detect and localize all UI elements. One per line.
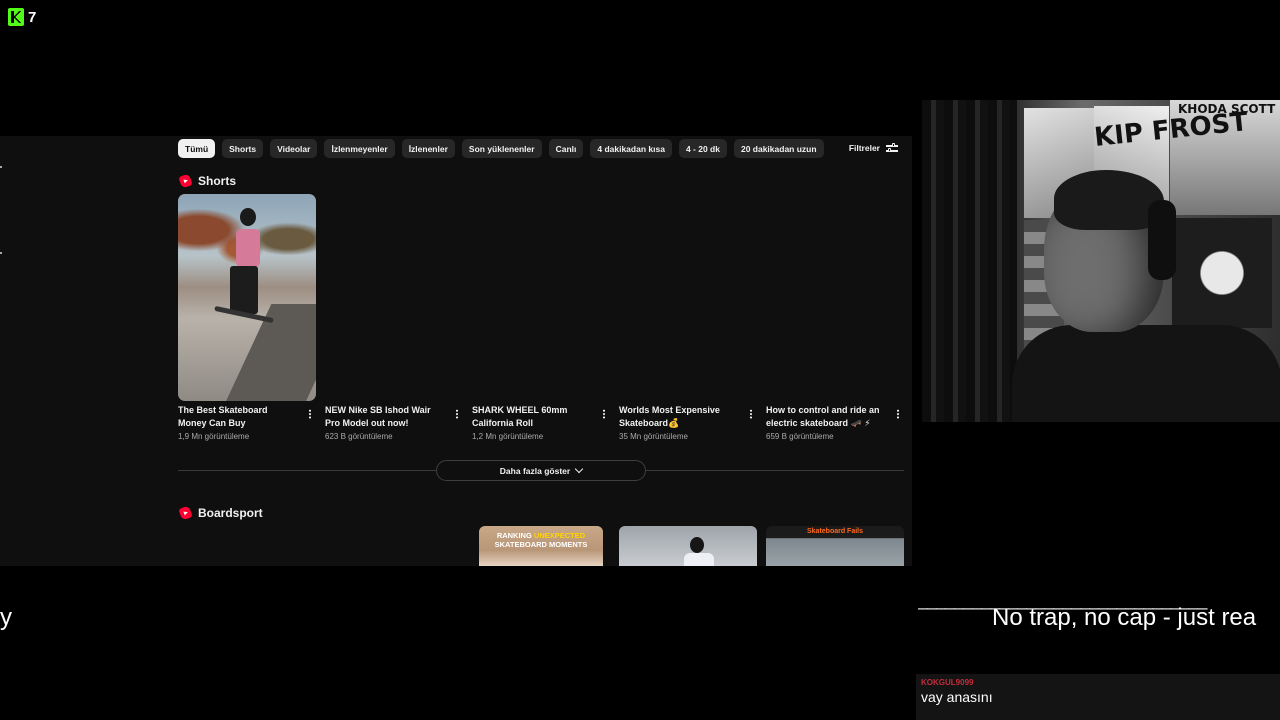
youtube-channel-panel: Tümü Shorts Videolar İzlenmeyenler İzlen…	[0, 136, 912, 566]
boardsport-section-title: Boardsport	[198, 506, 263, 520]
kick-k-icon	[8, 8, 24, 26]
boardsport-thumbnail[interactable]: Skateboard Fails	[766, 526, 904, 566]
filter-chips: Tümü Shorts Videolar İzlenmeyenler İzlen…	[178, 139, 824, 158]
thumbnail-text: Skateboard Fails	[806, 528, 864, 535]
short-title[interactable]: The Best Skateboard Money Can Buy	[178, 404, 296, 430]
chip-videos[interactable]: Videolar	[270, 139, 318, 158]
chat-message: KOKGUL9099 vay anasını	[916, 674, 1280, 720]
thumbnail-text: RANKING UNEXPECTED SKATEBOARD MOMENTS	[494, 531, 588, 549]
edge-mark	[0, 252, 2, 254]
filters-label: Filtreler	[848, 143, 880, 153]
boardsport-thumbnail[interactable]: RANKING UNEXPECTED SKATEBOARD MOMENTS	[479, 526, 603, 566]
kick-logo: 7	[8, 8, 36, 26]
webcam-feed: KHODA SCOTT KIP FROST	[922, 100, 1280, 422]
short-views: 1,2 Mn görüntüleme	[472, 432, 544, 441]
chip-unwatched[interactable]: İzlenmeyenler	[324, 139, 395, 158]
short-views: 659 B görüntüleme	[766, 432, 834, 441]
left-caption: y	[0, 604, 12, 631]
filters-button[interactable]: Filtreler	[849, 143, 898, 153]
chip-recently-uploaded[interactable]: Son yüklenenler	[461, 139, 542, 158]
short-item[interactable]: NEW Nike SB Ishod Wair Pro Model out now…	[325, 404, 463, 441]
boardsport-thumbnail[interactable]	[619, 526, 757, 566]
short-title[interactable]: Worlds Most Expensive Skateboard💰	[619, 404, 737, 430]
caption-text: No trap, no cap - just rea	[992, 604, 1257, 631]
shorts-section-title: Shorts	[198, 174, 237, 188]
more-options-icon[interactable]	[603, 409, 605, 419]
show-more-label: Daha fazla göster	[499, 465, 571, 476]
more-options-icon[interactable]	[309, 409, 311, 419]
short-thumbnail[interactable]	[178, 194, 316, 401]
short-title[interactable]: NEW Nike SB Ishod Wair Pro Model out now…	[325, 404, 443, 430]
show-more-button[interactable]: Daha fazla göster	[436, 460, 646, 481]
short-views: 35 Mn görüntüleme	[619, 432, 688, 441]
chip-under-4-min[interactable]: 4 dakikadan kısa	[590, 139, 672, 158]
chevron-down-icon	[574, 464, 584, 474]
chip-shorts[interactable]: Shorts	[222, 139, 264, 158]
chat-text: vay anasını	[921, 689, 993, 705]
sliders-icon	[886, 143, 898, 153]
kick-logo-number: 7	[28, 8, 37, 26]
short-title[interactable]: How to control and ride an electric skat…	[766, 404, 884, 430]
chip-live[interactable]: Canlı	[548, 139, 584, 158]
short-title[interactable]: SHARK WHEEL 60mm California Roll	[472, 404, 590, 430]
shorts-icon	[178, 505, 193, 521]
chat-username[interactable]: KOKGUL9099	[921, 678, 1275, 687]
short-item[interactable]: Worlds Most Expensive Skateboard💰 35 Mn …	[619, 404, 757, 441]
chip-watched[interactable]: İzlenenler	[401, 139, 455, 158]
edge-mark	[0, 166, 2, 168]
short-views: 1,9 Mn görüntüleme	[178, 432, 250, 441]
short-item[interactable]: SHARK WHEEL 60mm California Roll 1,2 Mn …	[472, 404, 610, 441]
short-item[interactable]: The Best Skateboard Money Can Buy 1,9 Mn…	[178, 404, 316, 441]
shorts-section-header: Shorts	[178, 173, 237, 189]
boardsport-section-header: Boardsport	[178, 505, 263, 521]
short-item[interactable]: How to control and ride an electric skat…	[766, 404, 904, 441]
headphones	[1148, 200, 1176, 280]
more-options-icon[interactable]	[750, 409, 752, 419]
shorts-icon	[178, 173, 193, 189]
more-options-icon[interactable]	[456, 409, 458, 419]
chip-4-20-min[interactable]: 4 - 20 dk	[678, 139, 727, 158]
more-options-icon[interactable]	[897, 409, 899, 419]
short-views: 623 B görüntüleme	[325, 432, 393, 441]
chip-over-20-min[interactable]: 20 dakikadan uzun	[733, 139, 824, 158]
chip-all[interactable]: Tümü	[178, 139, 216, 158]
